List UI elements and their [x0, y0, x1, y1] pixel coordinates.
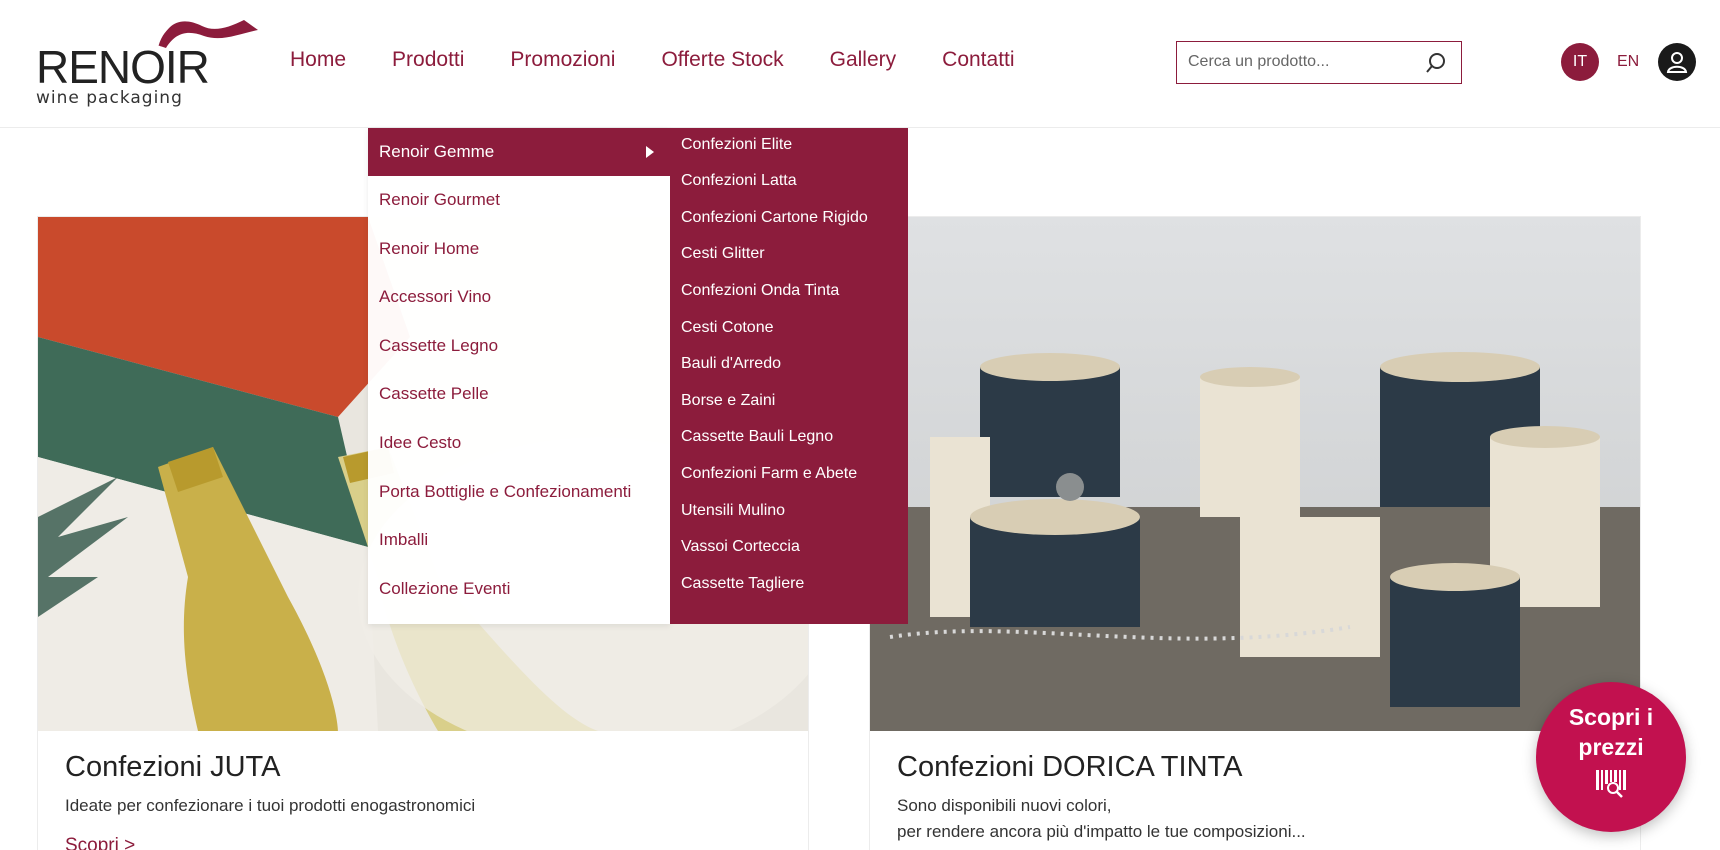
search-input[interactable]	[1188, 42, 1428, 82]
submenu-item-confezioni-latta[interactable]: Confezioni Latta	[681, 169, 797, 193]
submenu-item-cesti-glitter[interactable]: Cesti Glitter	[681, 242, 765, 266]
dropdown-item-accessori-vino[interactable]: Accessori Vino	[368, 273, 670, 321]
dropdown-item-renoir-gemme[interactable]: Renoir Gemme	[368, 128, 670, 176]
submenu-item-bauli-arredo[interactable]: Bauli d'Arredo	[681, 352, 781, 376]
cta-label-line1: Scopri i	[1568, 704, 1654, 730]
card-desc-dorica-line2: per rendere ancora più d'impatto le tue …	[897, 822, 1306, 841]
dropdown-item-imballi[interactable]: Imballi	[368, 516, 670, 564]
nav-gallery[interactable]: Gallery	[830, 48, 897, 72]
nav-prodotti[interactable]: Prodotti	[392, 48, 464, 72]
card-desc-juta: Ideate per confezionare i tuoi prodotti …	[65, 796, 476, 815]
submenu-item-utensili-mulino[interactable]: Utensili Mulino	[681, 499, 785, 523]
dropdown-item-cassette-legno[interactable]: Cassette Legno	[368, 322, 670, 370]
lang-it-button[interactable]: IT	[1561, 43, 1599, 81]
submenu-item-confezioni-onda-tinta[interactable]: Confezioni Onda Tinta	[681, 279, 839, 303]
search-box	[1176, 41, 1462, 84]
dropdown-item-porta-bottiglie[interactable]: Porta Bottiglie e Confezionamenti	[368, 468, 670, 516]
nav-home[interactable]: Home	[290, 48, 346, 72]
submenu-item-confezioni-cartone-rigido[interactable]: Confezioni Cartone Rigido	[681, 206, 868, 230]
prodotti-dropdown-menu: Renoir Gemme Renoir Gourmet Renoir Home …	[368, 128, 670, 624]
dorica-product-image	[870, 217, 1640, 731]
cta-label-line2: prezzi	[1578, 734, 1644, 760]
dropdown-item-renoir-home[interactable]: Renoir Home	[368, 225, 670, 273]
brand-logo[interactable]: RENOIR wine packaging	[34, 16, 258, 108]
nav-offerte-stock[interactable]: Offerte Stock	[661, 48, 783, 72]
search-icon[interactable]	[1425, 52, 1447, 74]
dropdown-item-label: Renoir Gemme	[379, 142, 495, 161]
lang-en-button[interactable]: EN	[1617, 43, 1639, 81]
main-nav: Home Prodotti Promozioni Offerte Stock G…	[290, 48, 1061, 72]
submenu-item-borse-zaini[interactable]: Borse e Zaini	[681, 389, 775, 413]
dropdown-item-collezione-eventi[interactable]: Collezione Eventi	[368, 565, 670, 613]
barcode-search-icon	[1596, 770, 1626, 798]
dropdown-item-renoir-gourmet[interactable]: Renoir Gourmet	[368, 176, 670, 224]
brand-tagline: wine packaging	[36, 88, 183, 108]
submenu-item-cesti-cotone[interactable]: Cesti Cotone	[681, 316, 774, 340]
nav-contatti[interactable]: Contatti	[942, 48, 1014, 72]
renoir-gemme-submenu: Confezioni Elite Confezioni Latta Confez…	[670, 128, 908, 624]
site-header: RENOIR wine packaging Home Prodotti Prom…	[0, 0, 1720, 128]
product-card-dorica-tinta[interactable]: Confezioni DORICA TINTA Sono disponibili…	[869, 216, 1641, 850]
brand-name: RENOIR	[36, 41, 210, 93]
scopri-prezzi-button[interactable]: Scopri i prezzi	[1536, 682, 1686, 832]
user-icon	[1666, 52, 1688, 73]
submenu-item-confezioni-farm-abete[interactable]: Confezioni Farm e Abete	[681, 462, 857, 486]
card-title-dorica: Confezioni DORICA TINTA	[897, 751, 1243, 783]
submenu-item-cassette-bauli-legno[interactable]: Cassette Bauli Legno	[681, 425, 833, 449]
submenu-arrow-icon	[646, 146, 654, 158]
user-account-button[interactable]	[1658, 43, 1696, 81]
card-desc-dorica: Sono disponibili nuovi colori, per rende…	[897, 793, 1306, 845]
card-title-juta: Confezioni JUTA	[65, 751, 281, 783]
card-desc-dorica-line1: Sono disponibili nuovi colori,	[897, 796, 1112, 815]
nav-promozioni[interactable]: Promozioni	[510, 48, 615, 72]
card-link-juta[interactable]: Scopri >	[65, 835, 135, 850]
submenu-item-vassoi-corteccia[interactable]: Vassoi Corteccia	[681, 535, 800, 559]
card-image-dorica	[870, 217, 1640, 731]
dropdown-item-cassette-pelle[interactable]: Cassette Pelle	[368, 370, 670, 418]
dropdown-item-idee-cesto[interactable]: Idee Cesto	[368, 419, 670, 467]
submenu-item-confezioni-elite[interactable]: Confezioni Elite	[681, 133, 792, 157]
submenu-item-cassette-tagliere[interactable]: Cassette Tagliere	[681, 572, 804, 596]
cta-label: Scopri i prezzi	[1536, 702, 1686, 762]
